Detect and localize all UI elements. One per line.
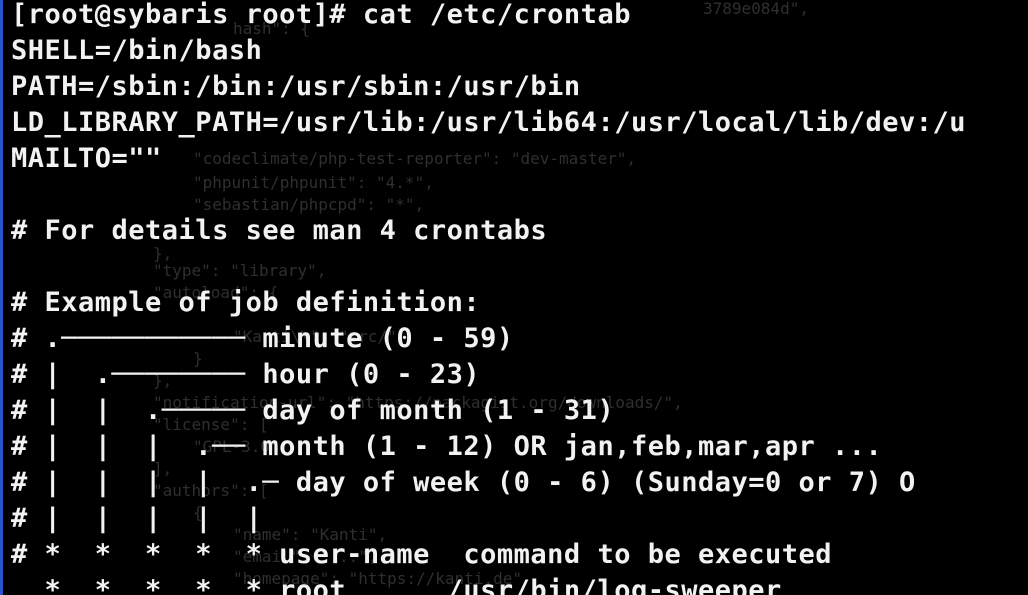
output-line: # | | .───── day of month (1 - 31) <box>11 395 615 426</box>
terminal-output[interactable]: [root@sybaris root]# cat /etc/crontab SH… <box>11 0 1028 595</box>
output-line: MAILTO="" <box>11 143 162 174</box>
output-line: # Example of job definition: <box>11 287 481 318</box>
output-line: PATH=/sbin:/bin:/usr/sbin:/usr/bin <box>11 71 581 102</box>
terminal-window[interactable]: 3789e084d", hash": { "codeclimate/php-te… <box>0 0 1028 595</box>
output-line: LD_LIBRARY_PATH=/usr/lib:/usr/lib64:/usr… <box>11 107 967 138</box>
output-line: * * * * * root /usr/bin/log-sweeper <box>11 575 782 595</box>
output-line: # * * * * * user-name command to be exec… <box>11 539 833 570</box>
output-line: # .─────────── minute (0 - 59) <box>11 323 514 354</box>
shell-prompt-command: [root@sybaris root]# cat /etc/crontab <box>11 0 631 30</box>
output-line: # | .──────── hour (0 - 23) <box>11 359 481 390</box>
output-line: # For details see man 4 crontabs <box>11 215 548 246</box>
output-line: # | | | | | <box>11 503 263 534</box>
output-line: # | | | | .─ day of week (0 - 6) (Sunday… <box>11 467 916 498</box>
output-line: # | | | .── month (1 - 12) OR jan,feb,ma… <box>11 431 883 462</box>
output-line: SHELL=/bin/bash <box>11 35 263 66</box>
